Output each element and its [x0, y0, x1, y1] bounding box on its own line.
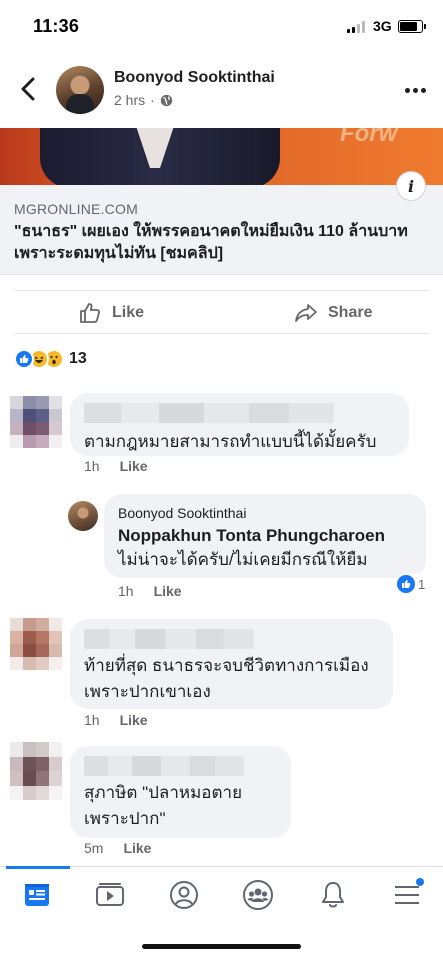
status-bar: 11:36 3G [0, 0, 443, 54]
share-button[interactable]: Share [294, 291, 372, 335]
more-dot [404, 87, 410, 93]
reply-like-count: 1 [418, 576, 426, 592]
comment-like-button[interactable]: Like [120, 712, 148, 728]
comment-time: 1h [84, 458, 100, 474]
network-type: 3G [373, 18, 392, 34]
like-reaction-icon [14, 349, 34, 369]
reply-like-badge[interactable]: 1 [395, 573, 428, 595]
blurred-commenter-name [84, 756, 244, 776]
more-dot [420, 87, 426, 93]
comment-meta: 1h Like [84, 458, 148, 474]
active-tab-indicator [6, 866, 70, 869]
link-title: "ธนาธร" เผยเอง ให้พรรคอนาคตใหม่ยืมเงิน 1… [14, 223, 408, 262]
globe-icon [160, 94, 172, 106]
blurred-commenter-name [84, 403, 334, 423]
commenter-avatar[interactable] [10, 742, 62, 800]
reply-author-name[interactable]: Boonyod Sooktinthai [118, 505, 412, 521]
comment-text: ท้ายที่สุด ธนาธรจะจบชีวิตทางการเมืองเพรา… [84, 656, 369, 701]
reaction-count: 13 [69, 350, 87, 367]
share-arrow-icon [295, 304, 317, 322]
reply-mention[interactable]: Noppakhun Tonta Phungcharoen [118, 524, 412, 548]
thumbs-up-icon [80, 303, 101, 323]
more-options-button[interactable] [400, 78, 430, 102]
like-reaction-icon [397, 575, 415, 593]
comment-meta: 5m Like [84, 840, 151, 856]
comment-bubble[interactable]: ตามกฎหมายสามารถทำแบบนี้ได้มั้ยครับ [70, 393, 409, 456]
post-time: 2 hrs [114, 92, 146, 108]
comment-text: สุภาษิต "ปลาหมอตายเพราะปาก" [84, 783, 243, 828]
post-author-name[interactable]: Boonyod Sooktinthai [114, 69, 275, 87]
notifications-icon[interactable] [313, 877, 353, 913]
like-button[interactable]: Like [78, 291, 144, 335]
comment-time: 5m [84, 840, 104, 856]
groups-icon[interactable] [238, 877, 278, 913]
comment-text: ตามกฎหมายสามารถทำแบบนี้ได้มั้ยครับ [84, 432, 377, 451]
status-time: 11:36 [33, 16, 80, 36]
news-feed-icon[interactable] [17, 877, 57, 913]
author-avatar[interactable] [56, 66, 104, 114]
chevron-left-icon [21, 77, 35, 101]
reply-like-button[interactable]: Like [154, 583, 182, 599]
more-dot [412, 87, 418, 93]
info-icon[interactable]: i [396, 171, 426, 201]
comment-meta: 1h Like [84, 712, 148, 728]
meta-separator: · [150, 92, 155, 108]
reply-meta: 1h Like [118, 583, 182, 599]
reply-text: ไม่น่าจะได้ครับ/ไม่เคยมีกรณีให้ยืม [118, 550, 368, 569]
like-label: Like [112, 304, 145, 321]
share-label: Share [328, 304, 373, 321]
watch-icon[interactable] [90, 877, 130, 913]
commenter-avatar[interactable] [10, 396, 62, 448]
menu-badge-dot [416, 878, 424, 886]
profile-icon[interactable] [164, 877, 204, 913]
commenter-avatar[interactable] [10, 618, 62, 670]
post-header: Boonyod Sooktinthai 2 hrs · [0, 56, 443, 128]
link-domain: MGRONLINE.COM [14, 201, 138, 217]
back-button[interactable] [14, 74, 44, 104]
comment-time: 1h [84, 712, 100, 728]
reply-bubble[interactable]: Boonyod Sooktinthai Noppakhun Tonta Phun… [104, 494, 426, 578]
link-preview[interactable]: MGRONLINE.COM "ธนาธร" เผยเอง ให้พรรคอนาค… [0, 185, 443, 275]
reply-author-avatar[interactable] [68, 501, 98, 531]
image-sign-text: Forw [340, 128, 398, 147]
comment-bubble[interactable]: ท้ายที่สุด ธนาธรจะจบชีวิตทางการเมืองเพรา… [70, 619, 393, 709]
link-preview-image[interactable]: Forw [0, 128, 443, 185]
reply-time: 1h [118, 583, 134, 599]
comment-like-button[interactable]: Like [120, 458, 148, 474]
post-meta: 2 hrs · [114, 92, 173, 108]
blurred-commenter-name [84, 629, 254, 649]
comment-like-button[interactable]: Like [123, 840, 151, 856]
post-actions: Like Share [14, 290, 429, 334]
home-indicator [142, 944, 301, 949]
comment-bubble[interactable]: สุภาษิต "ปลาหมอตายเพราะปาก" [70, 746, 291, 838]
battery-icon [398, 20, 426, 33]
signal-icon [347, 21, 369, 33]
reactions-summary[interactable]: 13 [14, 347, 87, 371]
battery-fill [400, 22, 417, 31]
